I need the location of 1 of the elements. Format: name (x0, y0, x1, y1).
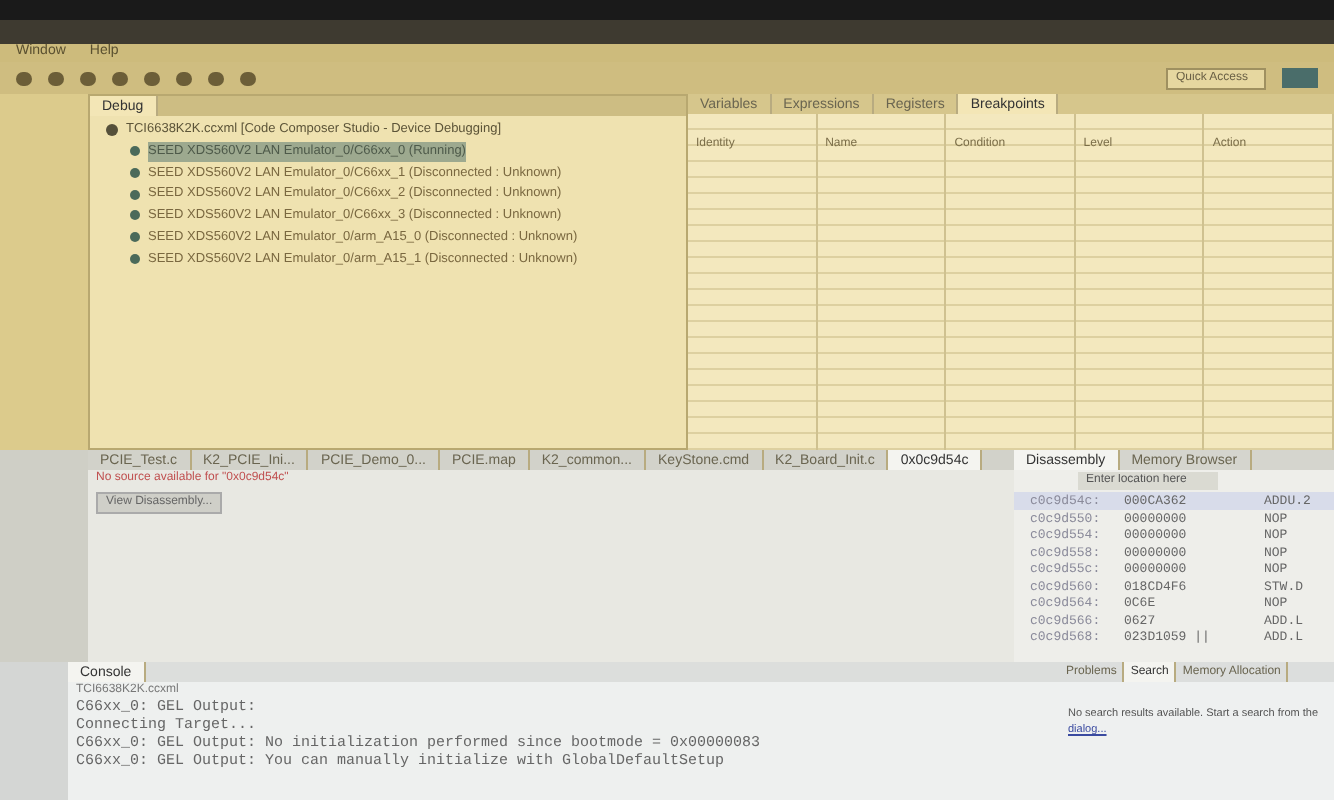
device-icon (106, 123, 118, 136)
